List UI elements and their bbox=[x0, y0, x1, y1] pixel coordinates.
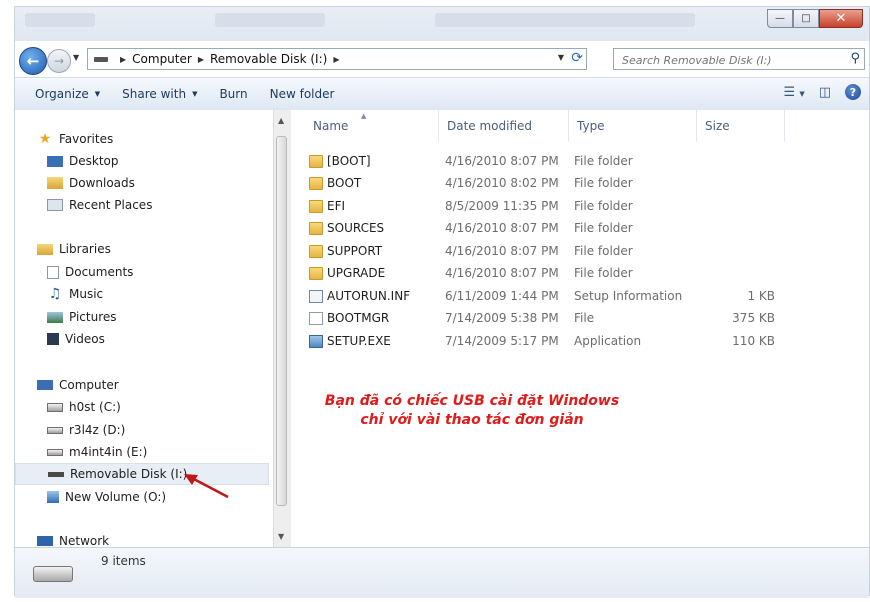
red-arrow-icon bbox=[184, 474, 229, 499]
